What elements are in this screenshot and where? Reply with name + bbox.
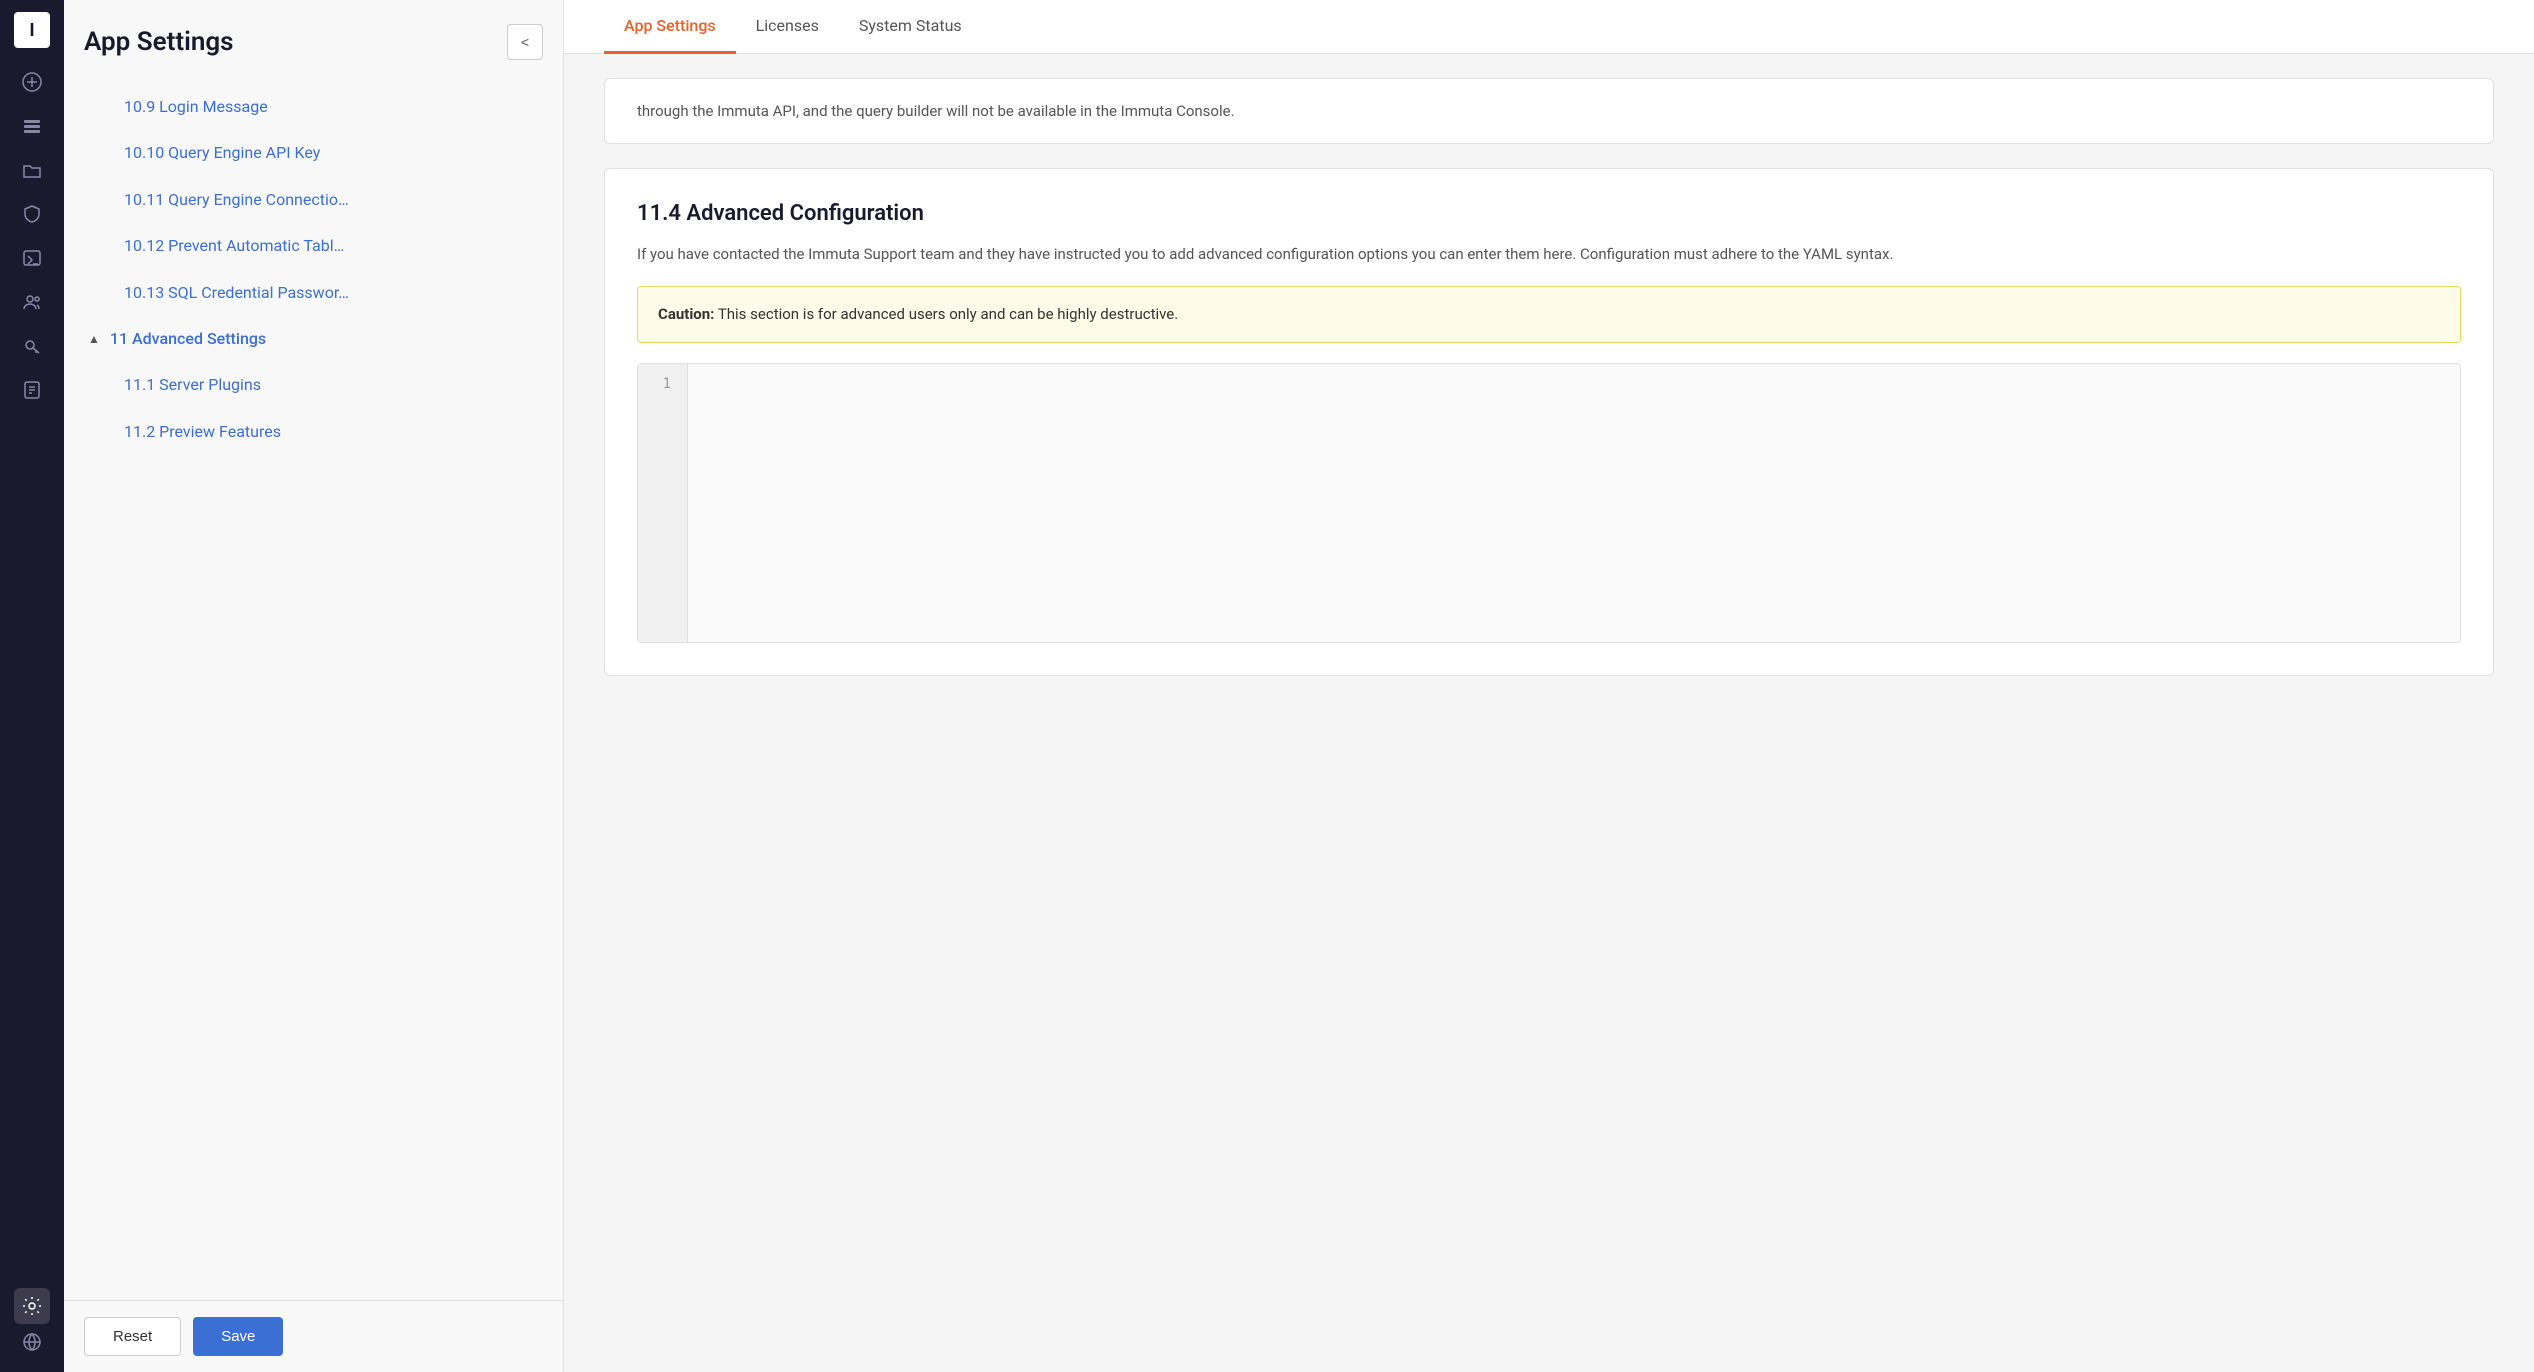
sidebar-footer: Reset Save: [64, 1300, 563, 1372]
code-editor: 1: [637, 363, 2461, 643]
sidebar-item-10-9[interactable]: 10.9 Login Message: [64, 84, 563, 130]
notes-nav-icon[interactable]: [14, 372, 50, 408]
advanced-config-description: If you have contacted the Immuta Support…: [637, 242, 2461, 266]
sidebar-title: App Settings: [84, 27, 234, 57]
code-textarea[interactable]: [688, 364, 2460, 642]
sidebar-item-11-2[interactable]: 11.2 Preview Features: [64, 409, 563, 455]
chevron-up-icon: ▲: [88, 331, 100, 348]
sidebar-nav: 10.9 Login Message 10.10 Query Engine AP…: [64, 76, 563, 1300]
users-nav-icon[interactable]: [14, 284, 50, 320]
caution-text: This section is for advanced users only …: [714, 305, 1178, 323]
tab-app-settings[interactable]: App Settings: [604, 0, 736, 54]
globe-nav-icon[interactable]: [14, 1324, 50, 1360]
line-numbers: 1: [638, 364, 688, 642]
sidebar-header: App Settings <: [64, 0, 563, 76]
sidebar-item-10-12[interactable]: 10.12 Prevent Automatic Tabl…: [64, 223, 563, 269]
settings-nav-icon[interactable]: [14, 1288, 50, 1324]
advanced-config-title: 11.4 Advanced Configuration: [637, 201, 2461, 226]
reset-button[interactable]: Reset: [84, 1317, 181, 1356]
main-content: App Settings Licenses System Status thro…: [564, 0, 2534, 1372]
nav-bar: I: [0, 0, 64, 1372]
sidebar-item-10-13[interactable]: 10.13 SQL Credential Passwor…: [64, 270, 563, 316]
advanced-config-card: 11.4 Advanced Configuration If you have …: [604, 168, 2494, 676]
folder-nav-icon[interactable]: [14, 152, 50, 188]
key-nav-icon[interactable]: [14, 328, 50, 364]
intro-text: through the Immuta API, and the query bu…: [637, 99, 2461, 123]
caution-label: Caution:: [658, 305, 714, 323]
app-logo: I: [14, 12, 50, 48]
sidebar-item-10-11[interactable]: 10.11 Query Engine Connectio…: [64, 177, 563, 223]
caution-box: Caution: This section is for advanced us…: [637, 286, 2461, 343]
sidebar: App Settings < 10.9 Login Message 10.10 …: [64, 0, 564, 1372]
sidebar-item-11-1[interactable]: 11.1 Server Plugins: [64, 362, 563, 408]
sidebar-item-11[interactable]: ▲ 11 Advanced Settings: [64, 316, 563, 362]
layers-nav-icon[interactable]: [14, 108, 50, 144]
tab-system-status[interactable]: System Status: [839, 0, 982, 54]
top-tabs: App Settings Licenses System Status: [564, 0, 2534, 54]
collapse-button[interactable]: <: [507, 24, 543, 60]
tab-licenses[interactable]: Licenses: [736, 0, 839, 54]
intro-card: through the Immuta API, and the query bu…: [604, 78, 2494, 144]
sidebar-item-10-10[interactable]: 10.10 Query Engine API Key: [64, 130, 563, 176]
terminal-nav-icon[interactable]: [14, 240, 50, 276]
content-area: through the Immuta API, and the query bu…: [564, 54, 2534, 1372]
line-number-1: 1: [654, 376, 671, 392]
add-nav-icon[interactable]: [14, 64, 50, 100]
shield-nav-icon[interactable]: [14, 196, 50, 232]
save-button[interactable]: Save: [193, 1317, 283, 1356]
